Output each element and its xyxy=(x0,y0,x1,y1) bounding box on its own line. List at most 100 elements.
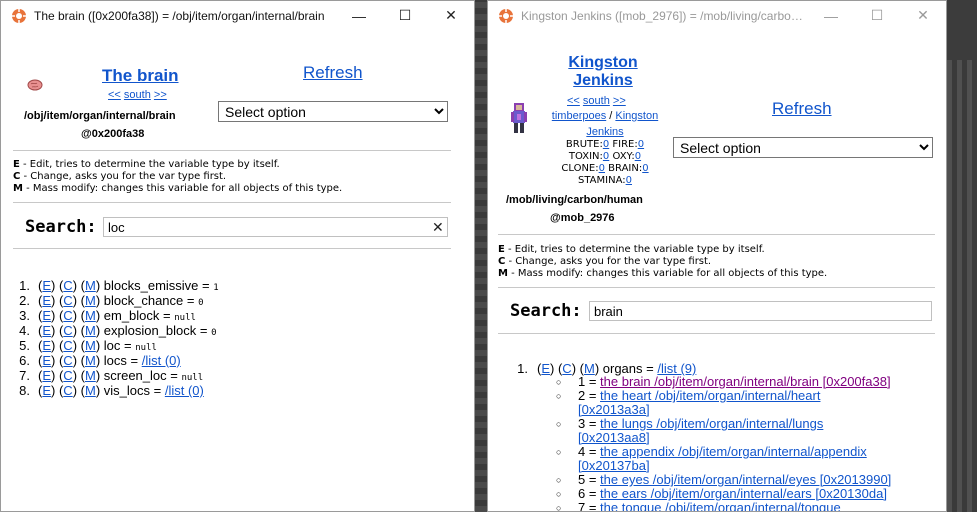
edit-m-link[interactable]: M xyxy=(85,383,96,398)
clear-search-icon[interactable]: ✕ xyxy=(432,219,444,236)
var-eq: = xyxy=(159,308,175,323)
var-value-link[interactable]: /list (0) xyxy=(165,383,204,398)
maximize-button[interactable]: ☐ xyxy=(382,1,428,30)
edit-c-link[interactable]: C xyxy=(63,278,72,293)
ckey-link[interactable]: timberpoes xyxy=(552,110,606,122)
nav-prev-link[interactable]: << xyxy=(567,95,580,107)
nav-next-link[interactable]: >> xyxy=(154,89,167,101)
minimize-button[interactable]: — xyxy=(808,1,854,30)
var-name: locs xyxy=(103,353,127,368)
object-name-link[interactable]: The brain xyxy=(102,66,179,86)
edit-m-link[interactable]: M xyxy=(85,278,96,293)
brain-value[interactable]: 0 xyxy=(642,163,648,174)
organ-index: 4 = xyxy=(578,444,601,459)
nav-prev-link[interactable]: << xyxy=(108,89,121,101)
var-value: null xyxy=(174,313,196,323)
edit-c-link[interactable]: C xyxy=(63,368,72,383)
edit-e-link[interactable]: E xyxy=(42,278,51,293)
organ-index: 6 = xyxy=(578,486,601,501)
name-link-b[interactable]: Jenkins xyxy=(586,126,623,138)
edit-c-link[interactable]: C xyxy=(63,323,72,338)
edit-c-link[interactable]: C xyxy=(63,353,72,368)
divider xyxy=(498,234,935,235)
var-row: 4. (E) (C) (M) explosion_block = 0 xyxy=(6,323,219,338)
organ-link[interactable]: the ears /obj/item/organ/internal/ears [… xyxy=(600,486,887,501)
edit-m-link[interactable]: M xyxy=(85,368,96,383)
stamina-value[interactable]: 0 xyxy=(626,175,632,186)
var-index: 2. xyxy=(19,293,30,308)
edit-m-link[interactable]: M xyxy=(85,323,96,338)
bullet-icon: ○ xyxy=(556,391,562,401)
titlebar[interactable]: Kingston Jenkins ([mob_2976]) = /mob/liv… xyxy=(488,1,946,30)
var-index: 5. xyxy=(19,338,30,353)
refresh-link[interactable]: Refresh xyxy=(772,99,832,119)
var-value: 1 xyxy=(213,283,219,293)
var-name: block_chance xyxy=(103,293,184,308)
edit-m-link[interactable]: M xyxy=(85,293,96,308)
bullet-icon: ○ xyxy=(556,475,562,485)
edit-e-link[interactable]: E xyxy=(42,353,51,368)
edit-e-link[interactable]: E xyxy=(42,323,51,338)
nav-dir-link[interactable]: south xyxy=(583,95,610,107)
game-background-right xyxy=(947,60,977,512)
edit-m-link[interactable]: M xyxy=(85,308,96,323)
var-index: 4. xyxy=(19,323,30,338)
close-button[interactable]: ✕ xyxy=(428,1,474,30)
var-value: 0 xyxy=(198,298,204,308)
organ-link[interactable]: the brain /obj/item/organ/internal/brain… xyxy=(600,374,891,389)
organ-item: ○ 2 = the heart /obj/item/organ/internal/… xyxy=(556,388,891,417)
object-ref: @0x200fa38 xyxy=(81,128,145,140)
bullet-icon: ○ xyxy=(556,489,562,499)
refresh-link[interactable]: Refresh xyxy=(303,63,363,83)
organ-link[interactable]: the appendix /obj/item/organ/internal/ap… xyxy=(578,444,867,473)
organ-item: ○ 3 = the lungs /obj/item/organ/internal/… xyxy=(556,416,891,445)
bullet-icon: ○ xyxy=(556,377,562,387)
object-name-link[interactable]: Kingston Jenkins xyxy=(565,54,641,90)
bullet-icon: ○ xyxy=(556,419,562,429)
edit-e-link[interactable]: E xyxy=(42,338,51,353)
edit-e-link[interactable]: E xyxy=(42,368,51,383)
bullet-icon: ○ xyxy=(556,447,562,457)
brain-icon xyxy=(27,79,43,91)
edit-e-link[interactable]: E xyxy=(42,308,51,323)
organ-link[interactable]: the tongue /obj/item/organ/internal/tong… xyxy=(600,500,841,512)
edit-c-link[interactable]: C xyxy=(63,293,72,308)
var-value-link[interactable]: /list (0) xyxy=(142,353,181,368)
option-select[interactable]: Select option xyxy=(218,101,448,122)
divider xyxy=(13,202,451,203)
titlebar[interactable]: The brain ([0x200fa38]) = /obj/item/orga… xyxy=(1,1,474,30)
edit-c-link[interactable]: C xyxy=(562,361,571,376)
organ-item: ○ 5 = the eyes /obj/item/organ/internal/e… xyxy=(556,472,891,487)
organ-link[interactable]: the eyes /obj/item/organ/internal/eyes [… xyxy=(600,472,891,487)
var-eq: = xyxy=(150,383,165,398)
edit-m-link[interactable]: M xyxy=(85,353,96,368)
minimize-button[interactable]: — xyxy=(336,1,382,30)
var-row: 2. (E) (C) (M) block_chance = 0 xyxy=(6,293,219,308)
search-input[interactable] xyxy=(589,301,932,321)
oxy-value[interactable]: 0 xyxy=(635,151,641,162)
nav-next-link[interactable]: >> xyxy=(613,95,626,107)
edit-m-link[interactable]: M xyxy=(85,338,96,353)
edit-e-link[interactable]: E xyxy=(541,361,550,376)
var-name: em_block xyxy=(103,308,160,323)
edit-e-link[interactable]: E xyxy=(42,293,51,308)
var-index: 3. xyxy=(19,308,30,323)
var-row: 6. (E) (C) (M) locs = /list (0) xyxy=(6,353,219,368)
var-name: blocks_emissive xyxy=(103,278,199,293)
search-input[interactable] xyxy=(103,217,448,237)
edit-e-link[interactable]: E xyxy=(42,383,51,398)
organ-link[interactable]: the heart /obj/item/organ/internal/heart… xyxy=(578,388,820,417)
maximize-button[interactable]: ☐ xyxy=(854,1,900,30)
nav-dir-link[interactable]: south xyxy=(124,89,151,101)
edit-c-link[interactable]: C xyxy=(63,383,72,398)
edit-c-link[interactable]: C xyxy=(63,308,72,323)
organ-item: ○ 7 = the tongue /obj/item/organ/internal… xyxy=(556,500,891,512)
name-link-a[interactable]: Kingston xyxy=(615,110,658,122)
edit-c-link[interactable]: C xyxy=(63,338,72,353)
organ-link[interactable]: the lungs /obj/item/organ/internal/lungs… xyxy=(578,416,823,445)
var-row: 8. (E) (C) (M) vis_locs = /list (0) xyxy=(6,383,219,398)
fire-value[interactable]: 0 xyxy=(638,139,644,150)
option-select[interactable]: Select option xyxy=(673,137,933,158)
divider xyxy=(498,333,935,334)
close-button[interactable]: ✕ xyxy=(900,1,946,30)
